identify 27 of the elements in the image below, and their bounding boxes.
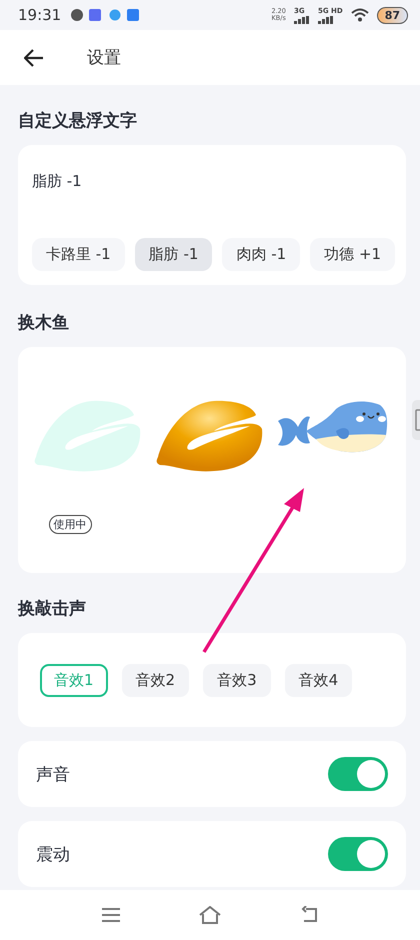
in-use-tag: 使用中: [48, 515, 92, 534]
toggle-switch[interactable]: [328, 757, 388, 791]
status-time: 19:31: [18, 6, 62, 24]
sound-option-chip[interactable]: 音效3: [203, 664, 271, 697]
section-title: 自定义悬浮文字: [18, 110, 138, 133]
menu-icon[interactable]: [102, 908, 120, 922]
back-arrow-icon[interactable]: [24, 48, 44, 66]
text-option-chip[interactable]: 功德 +1: [310, 238, 396, 271]
section-title: 换木鱼: [18, 312, 70, 335]
text-option-chip[interactable]: 卡路里 -1: [32, 238, 125, 271]
home-icon[interactable]: [198, 906, 222, 924]
battery-indicator: 87: [376, 6, 408, 24]
wifi-icon: [350, 8, 369, 22]
sound-option-chip[interactable]: 音效4: [284, 664, 352, 697]
wooden-fish-option[interactable]: 使用中: [32, 395, 144, 534]
signal-icon: [294, 16, 310, 24]
back-icon[interactable]: [300, 906, 318, 924]
setting-label: 震动: [36, 844, 70, 866]
text-option-chip[interactable]: 肉肉 -1: [222, 238, 300, 271]
current-float-text: 脂肪 -1: [32, 171, 83, 192]
text-option-chip[interactable]: 脂肪 -1: [134, 238, 212, 271]
sound-option-chip[interactable]: 音效2: [122, 664, 190, 697]
toggle-switch[interactable]: [328, 837, 388, 871]
signal-icon: [318, 16, 334, 24]
section-title: 换敲击声: [18, 598, 87, 621]
setting-label: 声音: [36, 764, 70, 786]
page-title: 设置: [87, 47, 121, 69]
